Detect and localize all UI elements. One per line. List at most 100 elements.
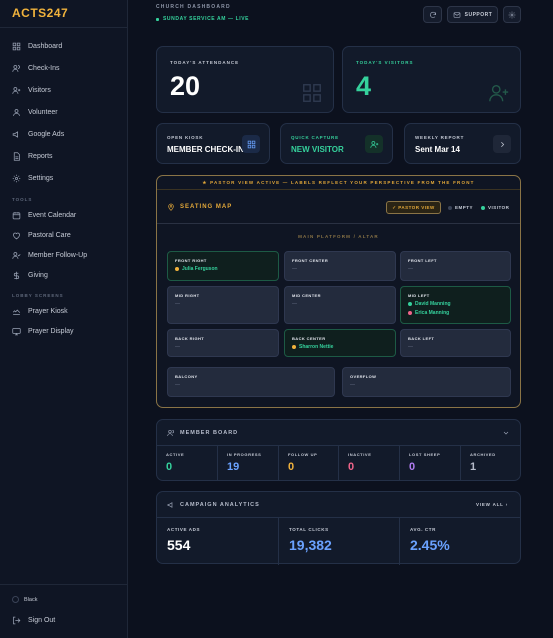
zone-empty-marker: — (292, 301, 297, 307)
sidebar-item-prayer-display[interactable]: Prayer Display (8, 322, 119, 340)
sidebar-item-giving[interactable]: Giving (8, 266, 119, 284)
sidebar-item-google-ads[interactable]: Google Ads (8, 125, 119, 143)
zone-empty-marker: — (350, 382, 355, 388)
metric-value: 554 (167, 537, 191, 553)
board-column-active[interactable]: ACTIVE 0 (157, 445, 218, 480)
sign-out-button[interactable]: Sign Out (12, 616, 55, 625)
sidebar-item-member-follow-up[interactable]: Member Follow-Up (8, 246, 119, 264)
zone-mid-center[interactable]: MID CENTER — (284, 286, 396, 324)
visitors-card[interactable]: TODAY'S VISITORS 4 (342, 46, 521, 113)
megaphone-icon (167, 502, 173, 508)
zone-name: FRONT LEFT (408, 258, 437, 263)
board-column-archived[interactable]: ARCHIVED 1 (461, 445, 520, 480)
megaphone-icon (12, 130, 18, 138)
campaign-analytics-title: CAMPAIGN ANALYTICS (167, 501, 260, 509)
pastor-view-toggle[interactable]: ✓ PASTOR VIEW (386, 201, 441, 214)
quick-capture-card[interactable]: QUICK CAPTURE NEW VISITOR (280, 123, 393, 164)
quick-action-label: OPEN KIOSK (167, 135, 204, 140)
sidebar-item-label: Visitors (28, 86, 51, 94)
board-column-in-progress[interactable]: IN PROGRESS 19 (218, 445, 279, 480)
divider (0, 584, 127, 585)
zone-back-center[interactable]: BACK CENTER Sharron Nettie (284, 329, 396, 357)
support-button[interactable]: SUPPORT (447, 6, 498, 23)
weekly-report-card[interactable]: WEEKLY REPORT Sent Mar 14 (404, 123, 521, 164)
chevron-down-icon[interactable] (502, 429, 510, 437)
live-status: SUNDAY SERVICE AM — LIVE (156, 16, 249, 22)
divider (0, 27, 127, 28)
seat-person[interactable]: Erica Manning (408, 310, 449, 316)
settings-button[interactable] (503, 6, 521, 23)
logout-icon (13, 616, 21, 625)
sidebar-item-label: Volunteer (28, 108, 58, 116)
quick-action-label: WEEKLY REPORT (415, 135, 465, 140)
users-icon (12, 64, 20, 72)
legend-empty: EMPTY (448, 205, 473, 210)
seat-person[interactable]: Julia Ferguson (175, 266, 218, 272)
sidebar-item-volunteer[interactable]: Volunteer (8, 103, 119, 121)
sidebar-item-label: Pastoral Care (28, 231, 71, 239)
quick-action-value: MEMBER CHECK-IN (167, 145, 244, 154)
sidebar-item-pastoral-care[interactable]: Pastoral Care (8, 226, 119, 244)
user-plus-icon (489, 84, 509, 102)
zone-mid-left[interactable]: MID LEFT David Manning Erica Manning (400, 286, 511, 324)
person-name: Sharron Nettie (299, 344, 334, 350)
board-column-label: FOLLOW UP (288, 452, 318, 457)
zone-balcony[interactable]: BALCONY — (167, 367, 335, 397)
member-board-title[interactable]: MEMBER BOARD (167, 429, 238, 437)
zone-name: MID RIGHT (175, 293, 200, 298)
sidebar-item-prayer-kiosk[interactable]: Prayer Kiosk (8, 302, 119, 320)
theme-toggle[interactable]: Black (12, 596, 37, 603)
seat-person[interactable]: David Manning (408, 301, 451, 307)
sidebar-item-event-calendar[interactable]: Event Calendar (8, 206, 119, 224)
zone-overflow[interactable]: OVERFLOW — (342, 367, 511, 397)
divider (157, 223, 520, 224)
open-kiosk-button[interactable] (242, 135, 260, 153)
campaign-analytics-title-text: CAMPAIGN ANALYTICS (180, 502, 260, 508)
heart-icon (13, 232, 20, 239)
zone-mid-right[interactable]: MID RIGHT — (167, 286, 279, 324)
board-column-inactive[interactable]: INACTIVE 0 (339, 445, 400, 480)
open-kiosk-card[interactable]: OPEN KIOSK MEMBER CHECK-IN (156, 123, 270, 164)
grid-icon (303, 84, 321, 102)
board-column-label: IN PROGRESS (227, 452, 262, 457)
sign-out-label: Sign Out (28, 617, 56, 624)
zone-name: FRONT RIGHT (175, 258, 207, 263)
zone-back-right[interactable]: BACK RIGHT — (167, 329, 279, 357)
grid-icon (247, 140, 255, 148)
zone-front-left[interactable]: FRONT LEFT — (400, 251, 511, 281)
refresh-button[interactable] (423, 6, 442, 23)
zone-empty-marker: — (292, 266, 297, 272)
map-pin-icon (168, 203, 174, 211)
attendance-card[interactable]: TODAY'S ATTENDANCE 20 (156, 46, 334, 113)
file-icon (13, 151, 20, 161)
support-label: SUPPORT (464, 11, 493, 18)
seat-person[interactable]: Sharron Nettie (292, 344, 333, 350)
member-dot-icon (175, 267, 179, 271)
sidebar-item-settings[interactable]: Settings (8, 169, 119, 187)
sidebar-item-label: Google Ads (28, 130, 65, 138)
sidebar-item-check-ins[interactable]: Check-Ins (8, 59, 119, 77)
zone-name: MID LEFT (408, 293, 430, 298)
board-column-follow-up[interactable]: FOLLOW UP 0 (279, 445, 339, 480)
view-all-link[interactable]: VIEW ALL › (476, 502, 508, 507)
visitor-dot-icon (408, 302, 412, 306)
zone-empty-marker: — (175, 382, 180, 388)
zone-front-center[interactable]: FRONT CENTER — (284, 251, 396, 281)
zone-back-left[interactable]: BACK LEFT — (400, 329, 511, 357)
zone-front-right[interactable]: FRONT RIGHT Julia Ferguson (167, 251, 279, 281)
user-plus-icon (12, 86, 21, 94)
brand-logo[interactable]: ACTS247 (12, 6, 68, 20)
lobby-section-label: LOBBY SCREENS (12, 293, 64, 298)
pastor-view-banner: ★ PASTOR VIEW ACTIVE — LABELS REFLECT YO… (157, 176, 520, 190)
legend-swatch (448, 205, 452, 210)
new-visitor-button[interactable] (365, 135, 383, 153)
sidebar-item-reports[interactable]: Reports (8, 147, 119, 165)
sidebar-item-dashboard[interactable]: Dashboard (8, 37, 119, 55)
board-column-lost-sheep[interactable]: LOST SHEEP 0 (400, 445, 461, 480)
calendar-icon (12, 211, 21, 219)
member-dot-icon (408, 311, 412, 315)
campaign-analytics-card: CAMPAIGN ANALYTICS VIEW ALL › ACTIVE ADS… (156, 491, 521, 565)
board-column-label: ARCHIVED (470, 452, 496, 457)
sidebar-item-visitors[interactable]: Visitors (8, 81, 119, 99)
weekly-report-button[interactable] (493, 135, 511, 153)
